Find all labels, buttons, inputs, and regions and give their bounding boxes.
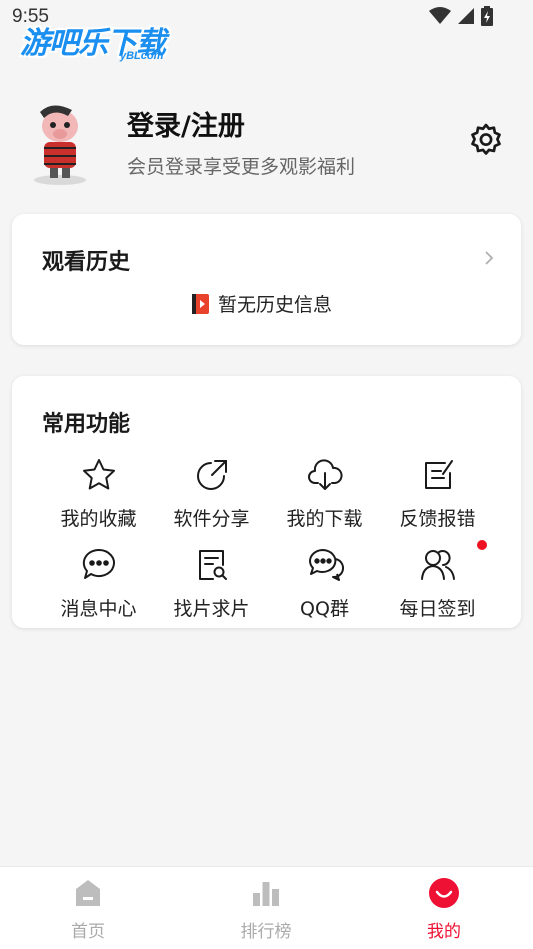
system-icons	[429, 6, 493, 26]
chat-bubbles-icon	[308, 549, 344, 581]
tab-ranking[interactable]: 排行榜	[206, 877, 326, 942]
login-register-title[interactable]: 登录/注册	[127, 104, 245, 143]
users-icon	[420, 550, 455, 580]
request-movie-label: 找片求片	[173, 598, 250, 620]
tab-mine[interactable]: 我的	[384, 877, 504, 942]
wifi-icon	[429, 7, 451, 24]
request-movie-button[interactable]: 找片求片	[155, 546, 268, 626]
share-app-label: 软件分享	[173, 508, 250, 530]
edit-icon	[424, 460, 453, 489]
common-functions-card: 常用功能 我的收藏 软件分享 我的下载 反馈报错 消息中心 找片求片 QQ群 每…	[12, 376, 521, 628]
profile-icon	[429, 878, 459, 908]
history-empty-text: 暂无历史信息	[218, 294, 333, 316]
status-bar: 9:55 游吧乐下载 yBLcom	[0, 0, 533, 62]
video-book-icon	[192, 293, 209, 314]
settings-gear-icon[interactable]	[468, 122, 504, 158]
watermark-domain: yBLcom	[120, 50, 164, 62]
avatar[interactable]	[22, 98, 96, 188]
signal-icon	[458, 8, 474, 24]
cloud-download-icon	[307, 459, 343, 490]
chevron-right-icon[interactable]	[482, 248, 496, 268]
history-empty-state: 暂无历史信息	[190, 290, 332, 317]
message-icon	[82, 548, 115, 579]
tab-home-label: 首页	[71, 922, 105, 942]
common-functions-title: 常用功能	[42, 412, 131, 437]
tab-ranking-label: 排行榜	[240, 922, 292, 942]
feedback-button[interactable]: 反馈报错	[381, 456, 494, 536]
message-center-button[interactable]: 消息中心	[42, 546, 155, 626]
profile-header[interactable]: 登录/注册 会员登录享受更多观影福利	[0, 90, 533, 190]
star-icon	[82, 459, 115, 490]
tab-home[interactable]: 首页	[28, 877, 148, 942]
favorites-button[interactable]: 我的收藏	[42, 456, 155, 536]
bottom-tab-bar: 首页 排行榜 我的	[0, 866, 533, 949]
tab-mine-label: 我的	[427, 922, 461, 942]
daily-checkin-label: 每日签到	[399, 598, 476, 620]
share-icon	[196, 460, 227, 490]
watermark-logo: 游吧乐下载 yBLcom	[20, 18, 166, 62]
notification-dot	[477, 540, 487, 550]
my-downloads-label: 我的下载	[286, 508, 363, 530]
share-app-button[interactable]: 软件分享	[155, 456, 268, 536]
my-downloads-button[interactable]: 我的下载	[268, 456, 381, 536]
home-icon	[76, 880, 100, 906]
qq-group-button[interactable]: QQ群	[268, 546, 381, 626]
message-center-label: 消息中心	[60, 598, 137, 620]
login-subtitle: 会员登录享受更多观影福利	[127, 156, 356, 178]
watch-history-card[interactable]: 观看历史 暂无历史信息	[12, 214, 521, 345]
watch-history-title: 观看历史	[42, 250, 131, 275]
qq-group-label: QQ群	[300, 598, 349, 620]
battery-icon	[481, 6, 493, 26]
feedback-label: 反馈报错	[399, 508, 476, 530]
search-document-icon	[198, 550, 227, 580]
favorites-label: 我的收藏	[60, 508, 137, 530]
ranking-icon	[253, 882, 279, 906]
daily-checkin-button[interactable]: 每日签到	[381, 540, 494, 626]
